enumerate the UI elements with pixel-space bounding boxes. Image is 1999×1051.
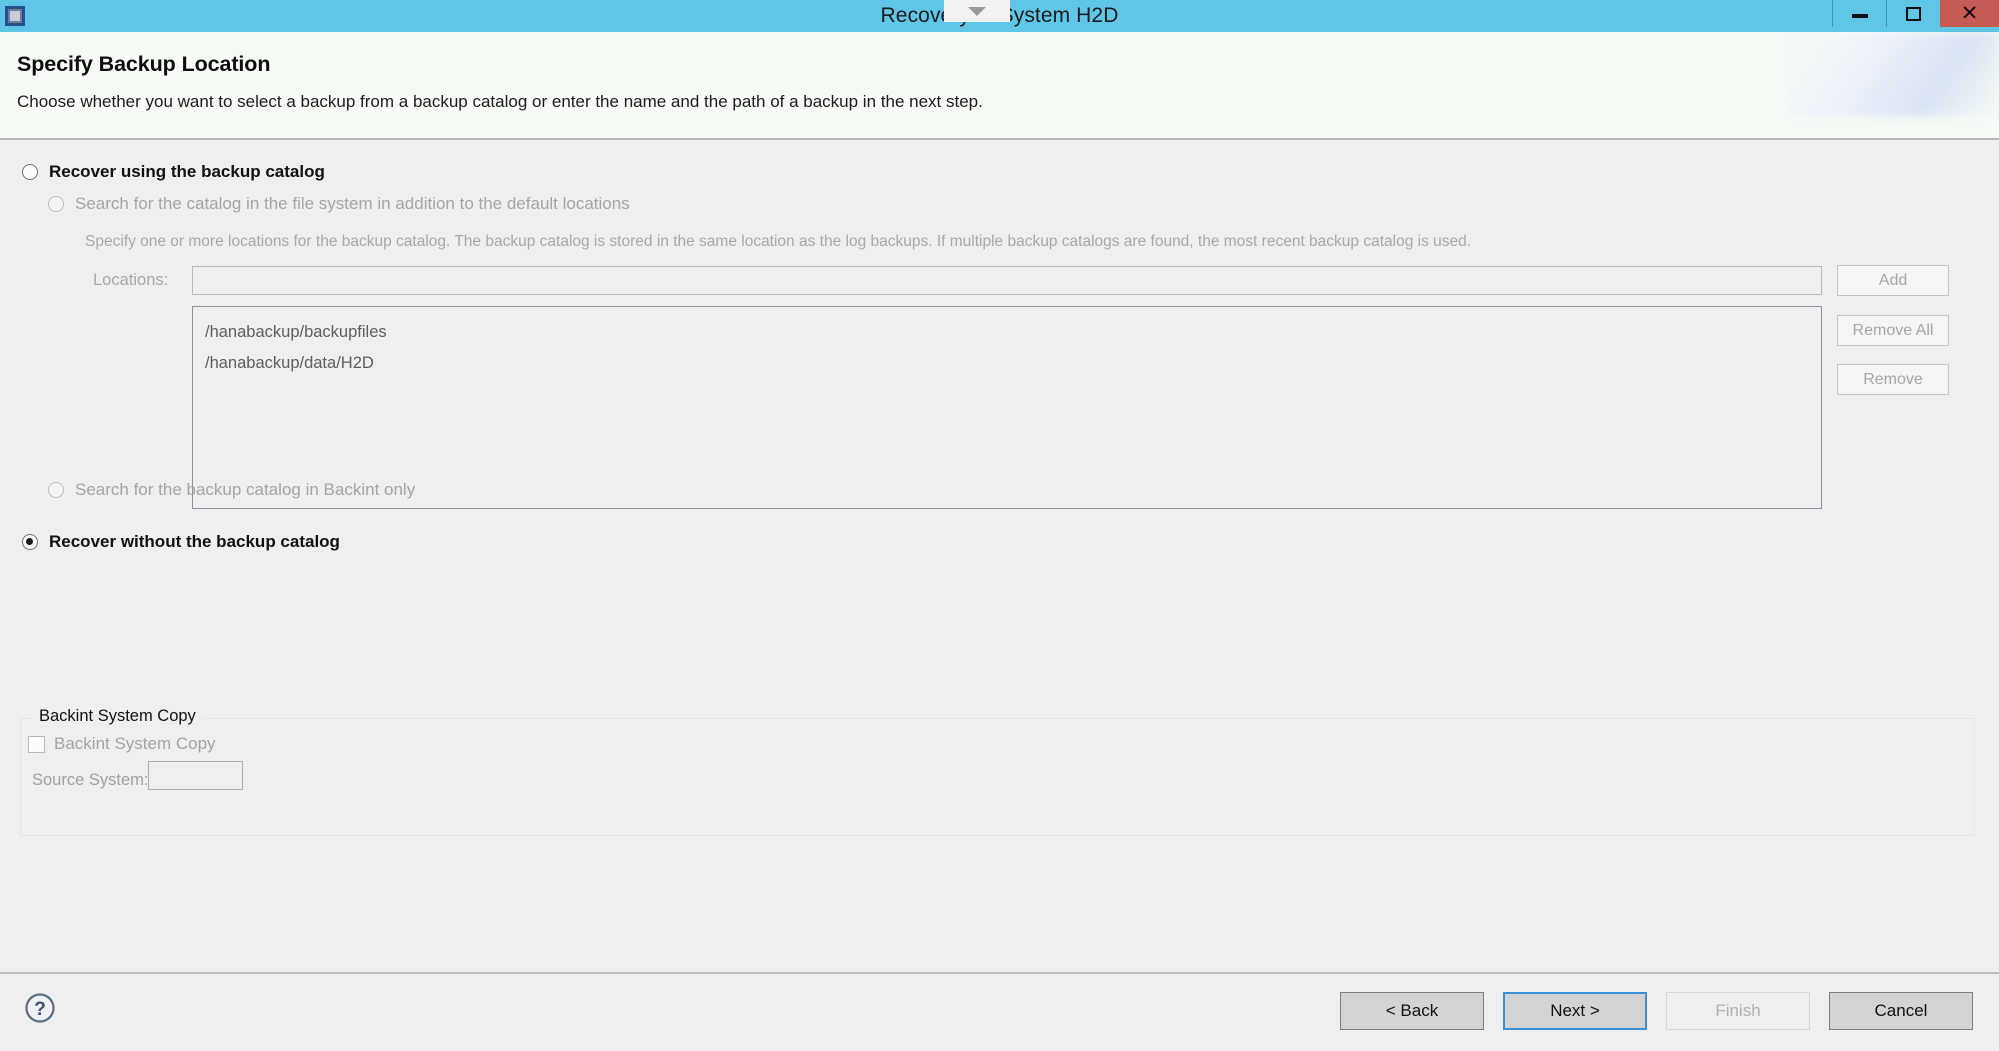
radio-search-backint-only[interactable]: Search for the backup catalog in Backint… bbox=[48, 480, 415, 500]
radio-search-file-system[interactable]: Search for the catalog in the file syste… bbox=[48, 194, 630, 214]
radio-label: Search for the catalog in the file syste… bbox=[75, 194, 630, 213]
minimize-icon bbox=[1851, 14, 1868, 18]
locations-label: Locations: bbox=[93, 271, 169, 289]
window-controls: ✕ bbox=[1832, 0, 1999, 27]
add-button[interactable]: Add bbox=[1837, 265, 1949, 296]
list-item[interactable]: /hanabackup/backupfiles bbox=[205, 317, 1821, 348]
chevron-down-icon bbox=[968, 7, 986, 16]
checkbox-indicator bbox=[28, 735, 45, 753]
radio-indicator bbox=[22, 534, 38, 550]
maximize-icon bbox=[1906, 6, 1921, 21]
next-button[interactable]: Next > bbox=[1503, 992, 1647, 1030]
svg-text:?: ? bbox=[34, 999, 46, 1020]
backint-system-copy-group bbox=[20, 718, 1975, 836]
page-title: Specify Backup Location bbox=[17, 52, 271, 76]
wizard-content: Recover using the backup catalog Search … bbox=[0, 140, 1999, 972]
locations-list[interactable]: /hanabackup/backupfiles /hanabackup/data… bbox=[192, 306, 1822, 509]
catalog-hint-text: Specify one or more locations for the ba… bbox=[85, 233, 1472, 250]
cancel-button[interactable]: Cancel bbox=[1829, 992, 1973, 1030]
help-icon[interactable]: ? bbox=[24, 992, 56, 1024]
radio-recover-using-catalog[interactable]: Recover using the backup catalog bbox=[22, 162, 325, 182]
finish-button: Finish bbox=[1666, 992, 1810, 1030]
checkbox-backint-system-copy[interactable]: Backint System Copy bbox=[28, 734, 216, 754]
minimize-button[interactable] bbox=[1832, 0, 1886, 27]
locations-input[interactable] bbox=[192, 266, 1822, 295]
radio-label: Recover using the backup catalog bbox=[49, 162, 325, 181]
radio-label: Search for the backup catalog in Backint… bbox=[75, 480, 416, 499]
title-overlay-dropdown[interactable] bbox=[944, 0, 1010, 22]
wizard-footer: ? < Back Next > Finish Cancel bbox=[0, 972, 1999, 1051]
remove-button[interactable]: Remove bbox=[1837, 364, 1949, 395]
radio-indicator bbox=[22, 164, 38, 180]
radio-indicator bbox=[48, 482, 64, 498]
close-button[interactable]: ✕ bbox=[1940, 0, 1999, 27]
radio-label: Recover without the backup catalog bbox=[49, 532, 340, 551]
footer-button-bar: < Back Next > Finish Cancel bbox=[1340, 992, 1973, 1030]
backint-group-title: Backint System Copy bbox=[32, 707, 203, 726]
source-system-input[interactable] bbox=[148, 761, 243, 790]
header-decoration-image bbox=[1789, 32, 1999, 117]
remove-all-button[interactable]: Remove All bbox=[1837, 315, 1949, 346]
radio-indicator bbox=[48, 196, 64, 212]
page-description: Choose whether you want to select a back… bbox=[17, 92, 983, 111]
back-button[interactable]: < Back bbox=[1340, 992, 1484, 1030]
wizard-header: Specify Backup Location Choose whether y… bbox=[0, 32, 1999, 140]
checkbox-label: Backint System Copy bbox=[54, 734, 216, 753]
maximize-button[interactable] bbox=[1886, 0, 1940, 27]
radio-recover-without-catalog[interactable]: Recover without the backup catalog bbox=[22, 532, 340, 552]
source-system-label: Source System: bbox=[32, 771, 149, 789]
close-icon: ✕ bbox=[1960, 2, 1979, 25]
window-title-bar[interactable]: Recovery of System H2D ✕ bbox=[0, 0, 1999, 32]
list-item[interactable]: /hanabackup/data/H2D bbox=[205, 348, 1821, 379]
